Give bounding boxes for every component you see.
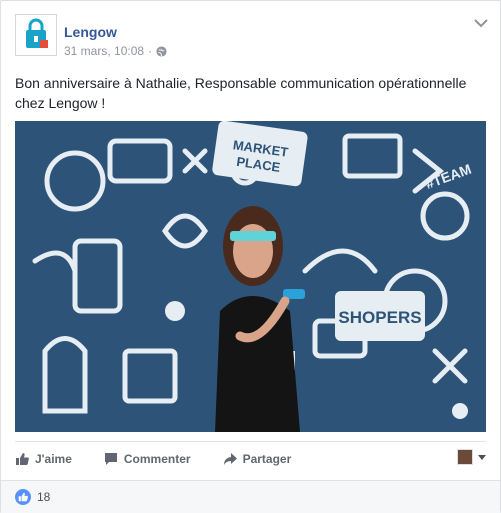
- post-as-selector[interactable]: [457, 449, 486, 465]
- mural-photo-illustration: MARKET PLACE SHOPERS #TEAM: [15, 121, 486, 432]
- post-actions-bar: J'aime Commenter Partager: [15, 446, 486, 472]
- wall-label-shopers: SHOPERS: [338, 308, 421, 327]
- post-header: Lengow 31 mars, 10:08 ·: [15, 14, 488, 64]
- actions-divider: [15, 441, 486, 442]
- thumbs-up-icon: [16, 453, 29, 465]
- reactions-footer: 18: [1, 480, 500, 513]
- lengow-logo-icon: [26, 18, 48, 48]
- chevron-down-icon[interactable]: [474, 18, 488, 28]
- comment-icon: [104, 453, 117, 465]
- page-name-link[interactable]: Lengow: [64, 24, 117, 40]
- facebook-post-card: Lengow 31 mars, 10:08 · Bon anniversaire…: [0, 0, 501, 513]
- page-avatar[interactable]: [15, 14, 57, 56]
- share-label: Partager: [242, 452, 292, 466]
- like-reaction-icon[interactable]: [15, 489, 31, 505]
- globe-icon[interactable]: [156, 45, 167, 57]
- like-label: J'aime: [35, 452, 72, 466]
- like-count[interactable]: 18: [37, 490, 50, 504]
- viewer-avatar: [457, 449, 473, 465]
- post-text: Bon anniversaire à Nathalie, Responsable…: [15, 75, 467, 111]
- post-meta: 31 mars, 10:08 ·: [64, 44, 167, 58]
- meta-separator: ·: [148, 44, 153, 58]
- post-photo[interactable]: MARKET PLACE SHOPERS #TEAM: [15, 121, 486, 432]
- share-button[interactable]: Partager: [223, 452, 292, 466]
- post-timestamp[interactable]: 31 mars, 10:08: [64, 44, 144, 58]
- like-button[interactable]: J'aime: [15, 452, 72, 466]
- comment-button[interactable]: Commenter: [104, 452, 191, 466]
- caret-down-icon: [478, 454, 486, 460]
- share-arrow-icon: [223, 453, 237, 465]
- comment-label: Commenter: [123, 452, 191, 466]
